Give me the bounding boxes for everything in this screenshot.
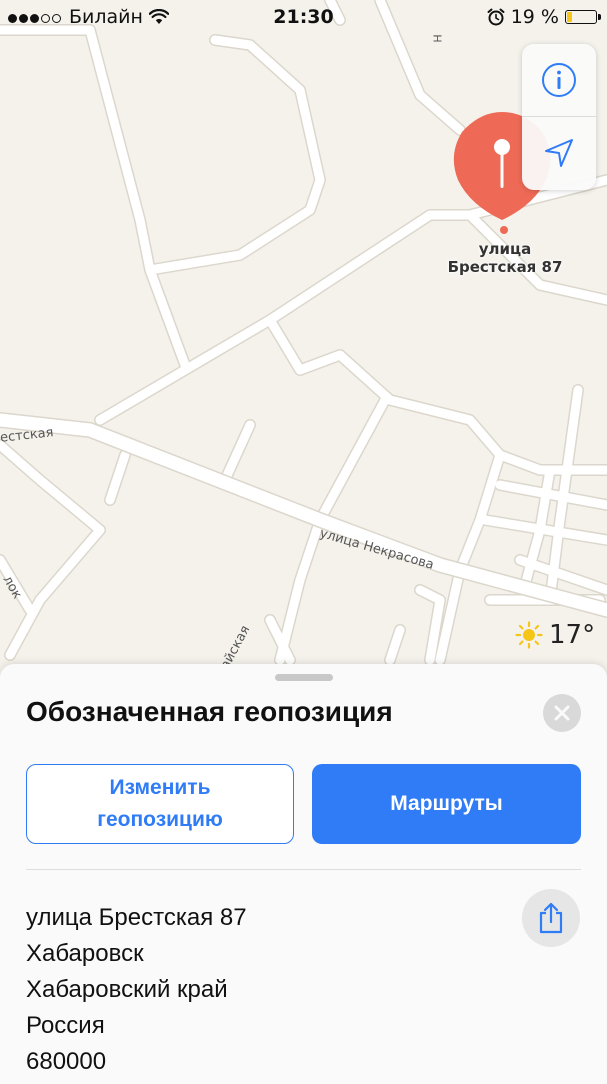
place-card: Обозначенная геопозиция Изменить геопози… xyxy=(0,664,607,1084)
edit-location-label: Изменить геопозицию xyxy=(97,776,223,831)
pin-label-line2: Брестская 87 xyxy=(447,258,563,276)
sheet-grabber[interactable] xyxy=(275,674,333,681)
divider xyxy=(26,869,581,870)
status-bar: Билайн 21:30 19 % xyxy=(0,0,607,34)
battery-percent: 19 % xyxy=(510,6,559,28)
sun-icon xyxy=(515,621,543,649)
routes-button[interactable]: Маршруты xyxy=(312,764,581,844)
edit-location-button[interactable]: Изменить геопозицию xyxy=(26,764,294,844)
current-location-button[interactable] xyxy=(522,116,596,189)
address-city: Хабаровск xyxy=(26,940,144,967)
map-controls xyxy=(522,44,596,190)
address-postcode: 680000 xyxy=(26,1048,107,1075)
address-country: Россия xyxy=(26,1012,105,1039)
share-button[interactable] xyxy=(522,889,580,947)
map-canvas[interactable] xyxy=(0,0,607,700)
road-label-top: Н xyxy=(431,34,445,43)
pin-label-line1: улица xyxy=(478,240,532,258)
alarm-icon xyxy=(487,8,505,26)
address-block: улица Брестская 87 Хабаровск Хабаровский… xyxy=(26,900,247,1080)
weather-temp: 17° xyxy=(549,620,596,650)
address-region: Хабаровский край xyxy=(26,976,228,1003)
close-icon xyxy=(554,705,570,721)
routes-label: Маршруты xyxy=(390,792,503,815)
place-card-title: Обозначенная геопозиция xyxy=(26,696,393,727)
share-icon xyxy=(539,902,563,934)
close-button[interactable] xyxy=(543,694,581,732)
info-button[interactable] xyxy=(522,44,596,116)
weather-widget: 17° xyxy=(515,620,595,650)
info-icon xyxy=(542,63,576,97)
battery-icon xyxy=(565,10,601,24)
address-street: улица Брестская 87 xyxy=(26,904,247,931)
pin-label: улица Брестская 87 xyxy=(430,240,580,276)
location-arrow-icon xyxy=(545,139,573,167)
